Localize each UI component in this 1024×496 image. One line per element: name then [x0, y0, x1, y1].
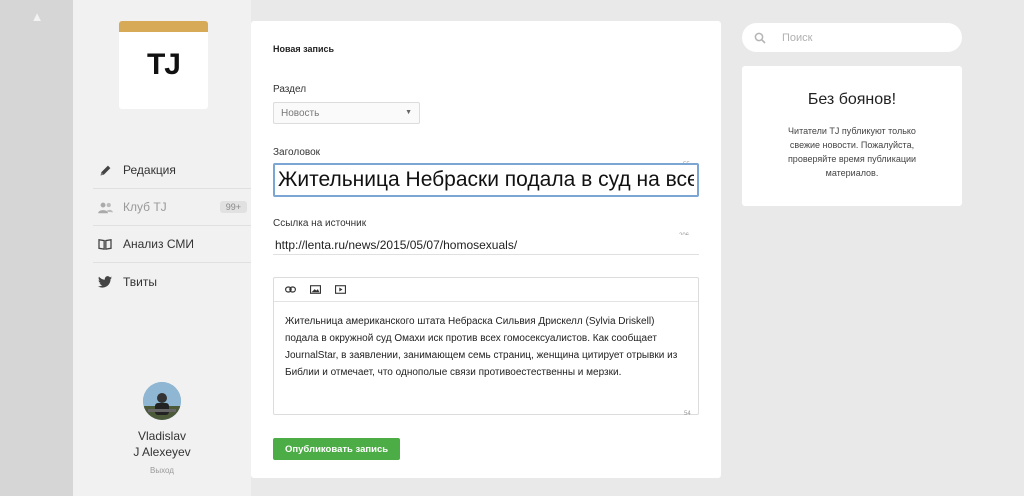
logout-link[interactable]: Выход — [73, 466, 251, 475]
body-text[interactable]: Жительница американского штата Небраска … — [274, 302, 698, 381]
people-icon — [97, 199, 113, 215]
section-select-value: Новость — [281, 108, 320, 119]
publish-button[interactable]: Опубликовать запись — [273, 438, 401, 460]
club-count-badge: 99+ — [219, 201, 247, 213]
user-last-name: J Alexeyev — [133, 445, 191, 459]
notice-title: Без боянов! — [807, 91, 897, 108]
notice-text: Читатели TJ публикуют только свежие ново… — [787, 126, 917, 178]
left-gutter: ▲ — [0, 0, 73, 496]
editor-toolbar — [274, 278, 698, 302]
tj-logo[interactable]: TJ — [119, 21, 208, 109]
video-icon[interactable] — [330, 280, 350, 300]
section-label: Раздел — [273, 84, 307, 95]
avatar[interactable] — [143, 382, 181, 420]
user-block: Vladislav J Alexeyev Выход — [73, 382, 251, 475]
pencil-icon — [97, 162, 113, 178]
sidebar-item-label: Клуб TJ — [123, 200, 167, 214]
section-select[interactable]: Новость ▼ — [273, 102, 420, 124]
sidebar: TJ Редакция Клуб TJ 99+ Анализ СМИ Твиты… — [73, 0, 251, 496]
chevron-down-icon: ▼ — [405, 109, 412, 116]
body-char-counter: 54 — [684, 411, 691, 417]
sidebar-nav: Редакция Клуб TJ 99+ Анализ СМИ Твиты — [93, 152, 251, 300]
twitter-icon — [97, 274, 113, 290]
sidebar-item-editorial[interactable]: Редакция — [93, 152, 251, 189]
sidebar-item-label: Редакция — [123, 163, 176, 177]
sidebar-item-label: Анализ СМИ — [123, 237, 194, 251]
source-label: Ссылка на источник — [273, 218, 367, 229]
search-icon — [754, 31, 766, 44]
user-first-name: Vladislav — [137, 429, 187, 443]
image-icon[interactable] — [305, 280, 325, 300]
link-icon[interactable] — [280, 280, 300, 300]
sidebar-item-tweets[interactable]: Твиты — [93, 263, 251, 300]
title-label: Заголовок — [273, 147, 321, 158]
logo-text: TJ — [146, 48, 181, 81]
title-input[interactable] — [273, 163, 699, 197]
source-url-input[interactable] — [273, 235, 699, 255]
sidebar-item-media-analysis[interactable]: Анализ СМИ — [93, 226, 251, 263]
scroll-up-icon[interactable]: ▲ — [29, 9, 45, 25]
new-post-form: Новая запись Раздел Новость ▼ Заголовок … — [251, 21, 721, 478]
body-editor: Жительница американского штата Небраска … — [273, 277, 699, 415]
user-name[interactable]: Vladislav J Alexeyev — [73, 428, 251, 460]
notice-card: Без боянов! Читатели TJ публикуют только… — [742, 66, 962, 206]
search-input[interactable] — [782, 28, 952, 47]
sidebar-item-club[interactable]: Клуб TJ 99+ — [93, 189, 251, 226]
sidebar-item-label: Твиты — [123, 274, 158, 289]
search-box — [742, 23, 962, 52]
book-icon — [97, 236, 113, 252]
page-title: Новая запись — [273, 44, 335, 54]
